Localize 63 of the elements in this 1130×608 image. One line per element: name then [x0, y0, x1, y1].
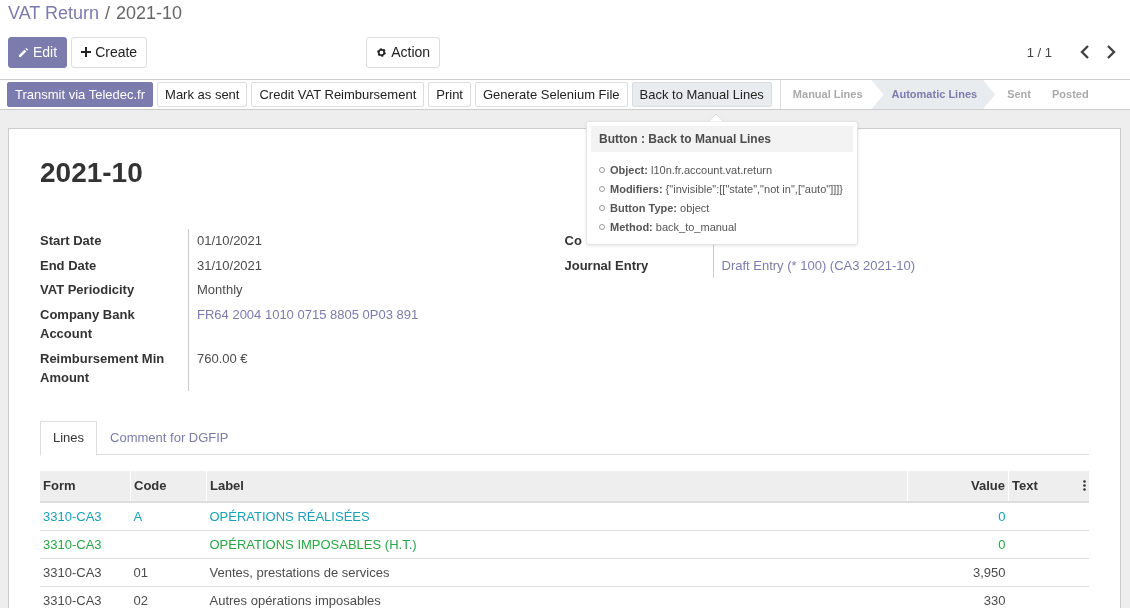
table-cell: 3310-CA3 [40, 530, 131, 558]
plus-icon [81, 47, 92, 57]
table-cell: OPÉRATIONS RÉALISÉES [206, 501, 908, 530]
table-cell: A [133, 508, 143, 524]
previous-icon[interactable] [1080, 45, 1090, 59]
tab[interactable]: Lines [40, 420, 98, 456]
kebab-icon[interactable] [1083, 480, 1086, 491]
field-label: Start Date [40, 233, 102, 248]
table-cell: 3310-CA3 [40, 558, 131, 586]
field-link[interactable]: Draft Entry (* 100) (CA3 2021-10) [721, 257, 916, 273]
tooltip-title: Button : Back to Manual Lines [591, 126, 853, 152]
table-cell: Autres opérations imposables [206, 586, 908, 608]
column-header[interactable]: Form [40, 470, 131, 502]
edit-button[interactable]: Edit [8, 36, 68, 68]
create-button[interactable]: Create [71, 36, 148, 68]
breadcrumb-separator: / [105, 2, 111, 25]
header-button[interactable]: Credit VAT Reimbursement [251, 82, 425, 107]
table-row[interactable]: 3310-CA3 01 Ventes, prestations de services 3,950 [40, 558, 1089, 586]
field-label: Co [564, 233, 582, 248]
record-title: 2021-10 [40, 156, 143, 190]
table-cell: Ventes, prestations de services [206, 558, 908, 586]
field-label: VAT Periodicity [40, 282, 135, 297]
table-cell: 3310-CA3 [40, 586, 131, 608]
field-label: Journal Entry [564, 257, 649, 273]
column-header[interactable]: Value [907, 470, 1009, 502]
tooltip-detail: Method: back_to_manual [610, 220, 737, 233]
tooltip-detail: Object: l10n.fr.account.vat.return [610, 163, 773, 176]
header-button[interactable]: Mark as sent [157, 82, 248, 107]
header-button[interactable]: Transmit via Teledec.fr [7, 82, 154, 107]
table-cell: 3310-CA3 [40, 501, 131, 530]
table-cell: 01 [133, 564, 148, 580]
table-cell: 0 [907, 530, 1009, 558]
header-button[interactable]: Print [428, 82, 471, 107]
table-cell: 330 [907, 586, 1009, 608]
field-value: 31/10/2021 [197, 257, 263, 273]
column-header[interactable]: Code [130, 470, 207, 502]
column-header[interactable]: Text [1008, 470, 1089, 502]
breadcrumb-link[interactable]: VAT Return [8, 0, 100, 27]
table-cell: 0 [907, 501, 1009, 530]
table-cell: 02 [133, 592, 148, 608]
field-label: Reimbursement Min Amount [40, 350, 165, 385]
field-label: End Date [40, 257, 97, 273]
column-header-text: Text [1012, 478, 1038, 493]
field-link[interactable]: FR64 2004 1010 0715 8805 0P03 891 [197, 306, 419, 322]
next-icon[interactable] [1106, 45, 1116, 59]
tab[interactable]: Comment for DGFIP [97, 420, 242, 454]
field-label: Company Bank Account [40, 306, 135, 341]
field-value: Monthly [197, 282, 243, 297]
table-row[interactable]: 3310-CA3 02 Autres opérations imposables 330 [40, 586, 1089, 608]
gear-icon [376, 46, 388, 58]
header-button[interactable]: Back to Manual Lines [631, 82, 772, 107]
tooltip-detail: Modifiers: {"invisible":[["state","not in",["auto"]]]} [610, 182, 843, 195]
header-button[interactable]: Generate Selenium File [475, 82, 628, 107]
column-header[interactable]: Label [206, 470, 908, 502]
pager-counter: 1 / 1 [1026, 44, 1052, 60]
pencil-icon [18, 46, 29, 58]
action-button[interactable]: Action [366, 36, 441, 68]
table-cell: OPÉRATIONS IMPOSABLES (H.T.) [206, 530, 908, 558]
field-value: 01/10/2021 [197, 233, 263, 248]
field-value: 760.00 € [197, 350, 248, 366]
breadcrumb-current: 2021-10 [116, 2, 183, 25]
table-cell: 3,950 [907, 558, 1009, 586]
tooltip-detail: Button Type: object [610, 201, 710, 214]
